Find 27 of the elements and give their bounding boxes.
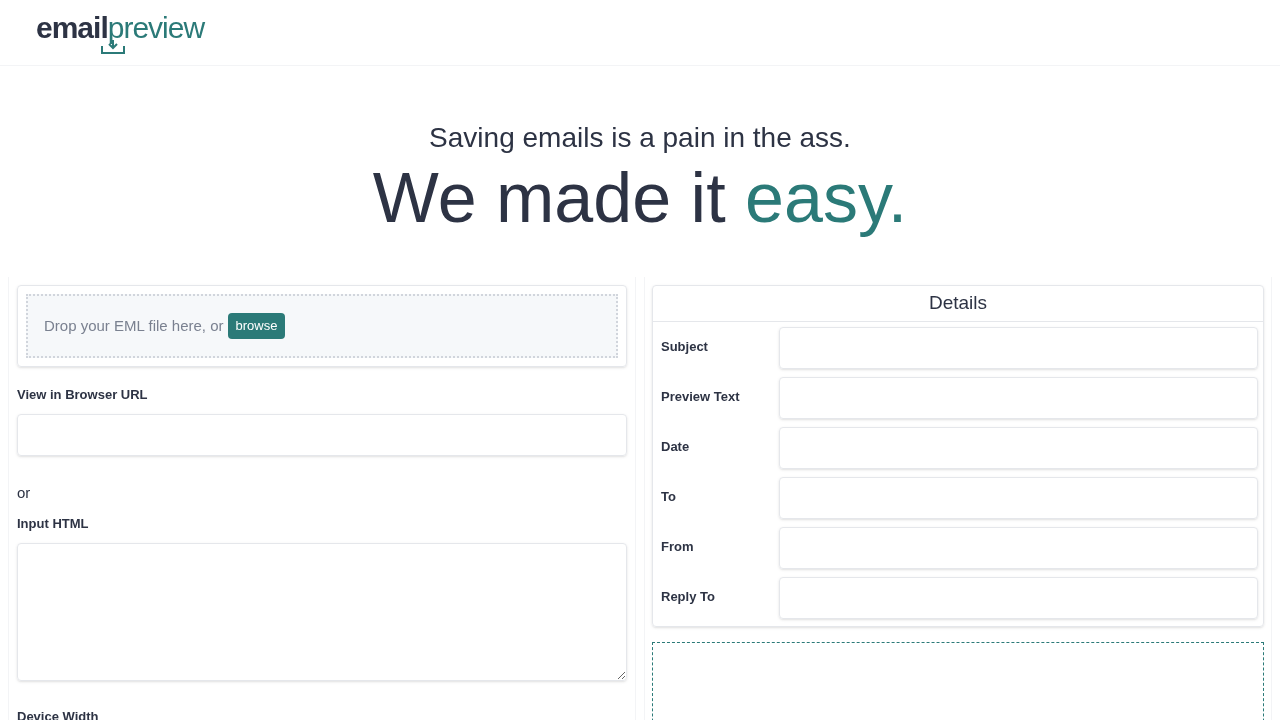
field-label: Subject	[661, 338, 709, 356]
details-title: Details	[653, 286, 1263, 322]
headline: easy.	[745, 159, 908, 237]
html-input-field[interactable]	[17, 542, 627, 681]
url-input-field[interactable]	[17, 413, 627, 456]
logo-text: email	[36, 10, 108, 46]
field-label: Date	[661, 438, 691, 456]
field-label: View in Browser URL	[17, 386, 149, 404]
tagline: Saving emails is a pain in the ass.	[429, 121, 851, 155]
drop-prompt: Drop your EML file here, or	[44, 315, 224, 336]
drop-zone[interactable]: Drop your EML file here, or browse	[26, 294, 618, 358]
input-field[interactable]	[779, 477, 1258, 519]
separator-text: or	[17, 482, 32, 503]
input-field[interactable]	[779, 577, 1258, 619]
browse-button[interactable]: browse	[227, 313, 286, 339]
field-label: Device Width	[17, 707, 100, 720]
headline: We made it	[372, 159, 726, 237]
field-label: Preview Text	[661, 388, 741, 406]
field-label: From	[661, 538, 695, 556]
field-label: Input HTML	[17, 515, 90, 533]
field-label: To	[661, 488, 677, 506]
logo-text: preview	[107, 10, 205, 46]
input-field[interactable]	[779, 377, 1258, 419]
input-field[interactable]	[779, 327, 1258, 369]
input-field[interactable]	[779, 427, 1258, 469]
field-label: Reply To	[661, 588, 716, 606]
input-field[interactable]	[779, 527, 1258, 569]
